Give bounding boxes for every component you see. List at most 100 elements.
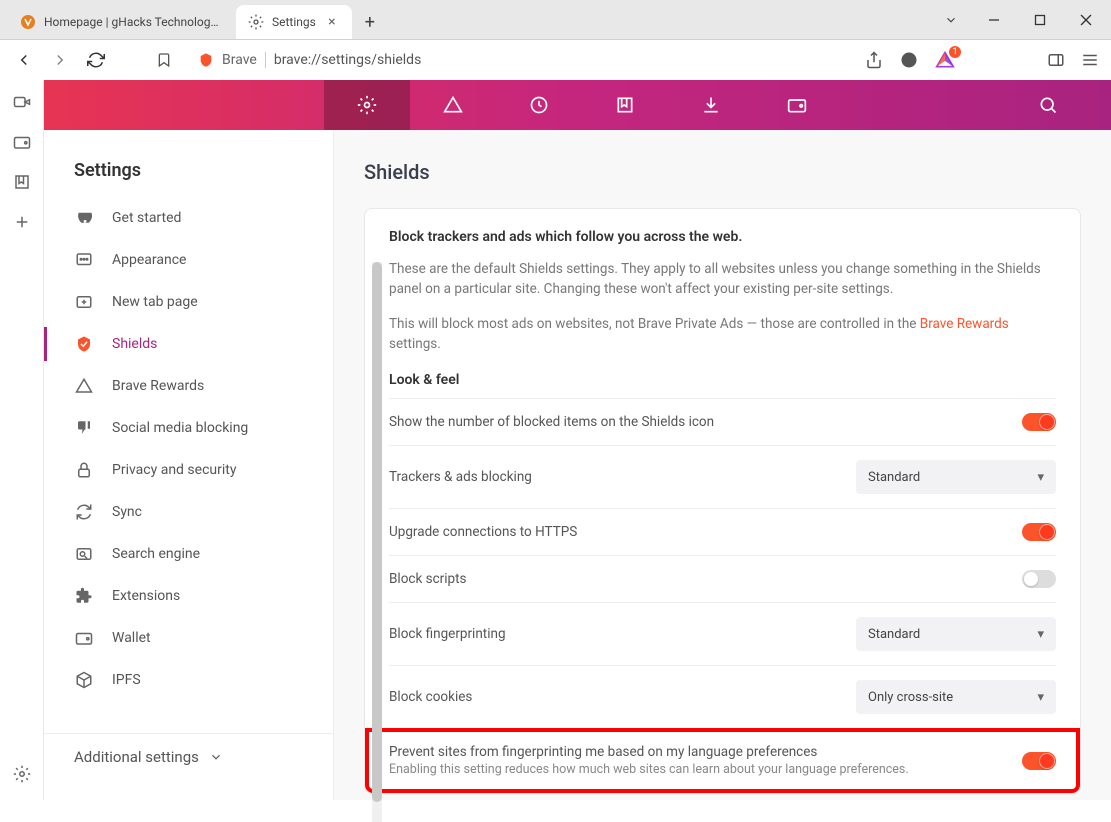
close-button[interactable]: [1063, 4, 1109, 36]
nav-wallet-icon[interactable]: [754, 80, 840, 130]
sidebar-toggle-icon[interactable]: [1047, 51, 1065, 69]
nav-rewards-icon[interactable]: [410, 80, 496, 130]
card-description-1: These are the default Shields settings. …: [389, 259, 1056, 300]
sidebar-item-wallet[interactable]: Wallet: [44, 617, 333, 659]
row-scripts: Block scripts: [389, 555, 1056, 602]
sidebar-item-privacy[interactable]: Privacy and security: [44, 449, 333, 491]
nav-downloads-icon[interactable]: [668, 80, 754, 130]
sidebar-item-search[interactable]: Search engine: [44, 533, 333, 575]
row-show-count: Show the number of blocked items on the …: [389, 398, 1056, 445]
bookmarks-panel-icon[interactable]: [12, 172, 32, 192]
additional-settings[interactable]: Additional settings: [44, 733, 333, 780]
newtab-icon: [74, 292, 94, 312]
sidebar-title: Settings: [44, 160, 333, 197]
card-description-2: This will block most ads on websites, no…: [389, 314, 1056, 355]
row-language-fingerprint: Prevent sites from fingerprinting me bas…: [365, 728, 1080, 793]
dropdown-cookies[interactable]: Only cross-site ▾: [856, 680, 1056, 714]
nav-history-icon[interactable]: [496, 80, 582, 130]
shields-card: Block trackers and ads which follow you …: [364, 208, 1081, 794]
window-controls: [971, 4, 1109, 36]
sidebar-item-social[interactable]: Social media blocking: [44, 407, 333, 449]
url-text: brave://settings/shields: [274, 52, 421, 68]
shield-icon: [74, 334, 94, 354]
vertical-sidebar: [0, 80, 44, 800]
sidebar-item-appearance[interactable]: Appearance: [44, 239, 333, 281]
brave-rewards-link[interactable]: Brave Rewards: [920, 316, 1009, 332]
sync-icon: [74, 502, 94, 522]
sidebar-item-extensions[interactable]: Extensions: [44, 575, 333, 617]
url-bar: Brave brave://settings/shields 1: [0, 40, 1111, 80]
dropdown-fingerprint[interactable]: Standard ▾: [856, 617, 1056, 651]
scrollbar-thumb[interactable]: [372, 262, 382, 802]
rocket-icon: [74, 208, 94, 228]
bookmark-button[interactable]: [152, 48, 176, 72]
tabs-dropdown[interactable]: [931, 13, 971, 27]
app-menu-icon[interactable]: [1081, 51, 1099, 69]
chevron-down-icon: [209, 750, 223, 764]
minimize-button[interactable]: [971, 4, 1017, 36]
reload-button[interactable]: [84, 48, 108, 72]
page-title: Shields: [364, 160, 1081, 184]
section-look-feel: Look & feel: [389, 372, 1056, 388]
rewards-bat-icon[interactable]: 1: [935, 50, 955, 70]
wallet-icon[interactable]: [12, 132, 32, 152]
nav-search-icon[interactable]: [1005, 80, 1091, 130]
sidebar-item-new-tab[interactable]: New tab page: [44, 281, 333, 323]
chevron-down-icon: ▾: [1037, 470, 1044, 485]
tab-strip: Homepage | gHacks Technology News Settin…: [0, 0, 931, 39]
back-button[interactable]: [12, 48, 36, 72]
new-tab-button[interactable]: +: [356, 8, 384, 36]
row-https: Upgrade connections to HTTPS: [389, 508, 1056, 555]
url-scheme-label: Brave: [222, 52, 266, 68]
settings-sidebar: Settings Get started Appearance New tab …: [44, 130, 334, 800]
sidebar-item-get-started[interactable]: Get started: [44, 197, 333, 239]
wallet-nav-icon: [74, 628, 94, 648]
thumbdown-icon: [74, 418, 94, 438]
appearance-icon: [74, 250, 94, 270]
nav-bookmarks-icon[interactable]: [582, 80, 668, 130]
sidebar-scrollbar[interactable]: [372, 262, 382, 822]
chevron-down-icon: ▾: [1037, 690, 1044, 705]
tab-ghacks[interactable]: Homepage | gHacks Technology News: [8, 5, 236, 39]
cube-icon: [74, 670, 94, 690]
address-field[interactable]: Brave brave://settings/shields: [188, 45, 853, 75]
chevron-down-icon: ▾: [1037, 627, 1044, 642]
tab-title: Homepage | gHacks Technology News: [44, 15, 224, 29]
gear-icon: [248, 14, 264, 30]
rewards-icon: [74, 376, 94, 396]
forward-button[interactable]: [48, 48, 72, 72]
close-icon[interactable]: ×: [324, 14, 340, 30]
nav-general-icon[interactable]: [324, 80, 410, 130]
tab-title: Settings: [272, 15, 316, 29]
maximize-button[interactable]: [1017, 4, 1063, 36]
row-cookies: Block cookies Only cross-site ▾: [389, 665, 1056, 728]
settings-top-nav: [44, 80, 1111, 130]
window-titlebar: Homepage | gHacks Technology News Settin…: [0, 0, 1111, 40]
toggle-https[interactable]: [1022, 523, 1056, 541]
sidebar-item-sync[interactable]: Sync: [44, 491, 333, 533]
sidebar-item-ipfs[interactable]: IPFS: [44, 659, 333, 701]
brave-shield-icon[interactable]: [198, 52, 214, 68]
main-panel: Shields Block trackers and ads which fol…: [334, 130, 1111, 800]
favicon-ghacks: [20, 14, 36, 30]
sidebar-item-rewards[interactable]: Brave Rewards: [44, 365, 333, 407]
content-area: Settings Get started Appearance New tab …: [44, 130, 1111, 800]
row-trackers: Trackers & ads blocking Standard ▾: [389, 445, 1056, 508]
settings-gear-icon[interactable]: [12, 764, 32, 784]
toggle-language-fingerprint[interactable]: [1022, 752, 1056, 770]
row-fingerprint: Block fingerprinting Standard ▾: [389, 602, 1056, 665]
lock-icon: [74, 460, 94, 480]
tab-settings[interactable]: Settings ×: [236, 5, 352, 39]
share-icon[interactable]: [865, 51, 883, 69]
add-icon[interactable]: [12, 212, 32, 232]
card-heading: Block trackers and ads which follow you …: [389, 229, 1056, 245]
puzzle-icon: [74, 586, 94, 606]
toggle-scripts[interactable]: [1022, 570, 1056, 588]
talk-icon[interactable]: [12, 92, 32, 112]
search-engine-icon: [74, 544, 94, 564]
dropdown-trackers[interactable]: Standard ▾: [856, 460, 1056, 494]
sidebar-item-shields[interactable]: Shields: [44, 323, 333, 365]
brave-lion-icon[interactable]: [899, 50, 919, 70]
rewards-badge: 1: [949, 46, 961, 58]
toggle-show-count[interactable]: [1022, 413, 1056, 431]
